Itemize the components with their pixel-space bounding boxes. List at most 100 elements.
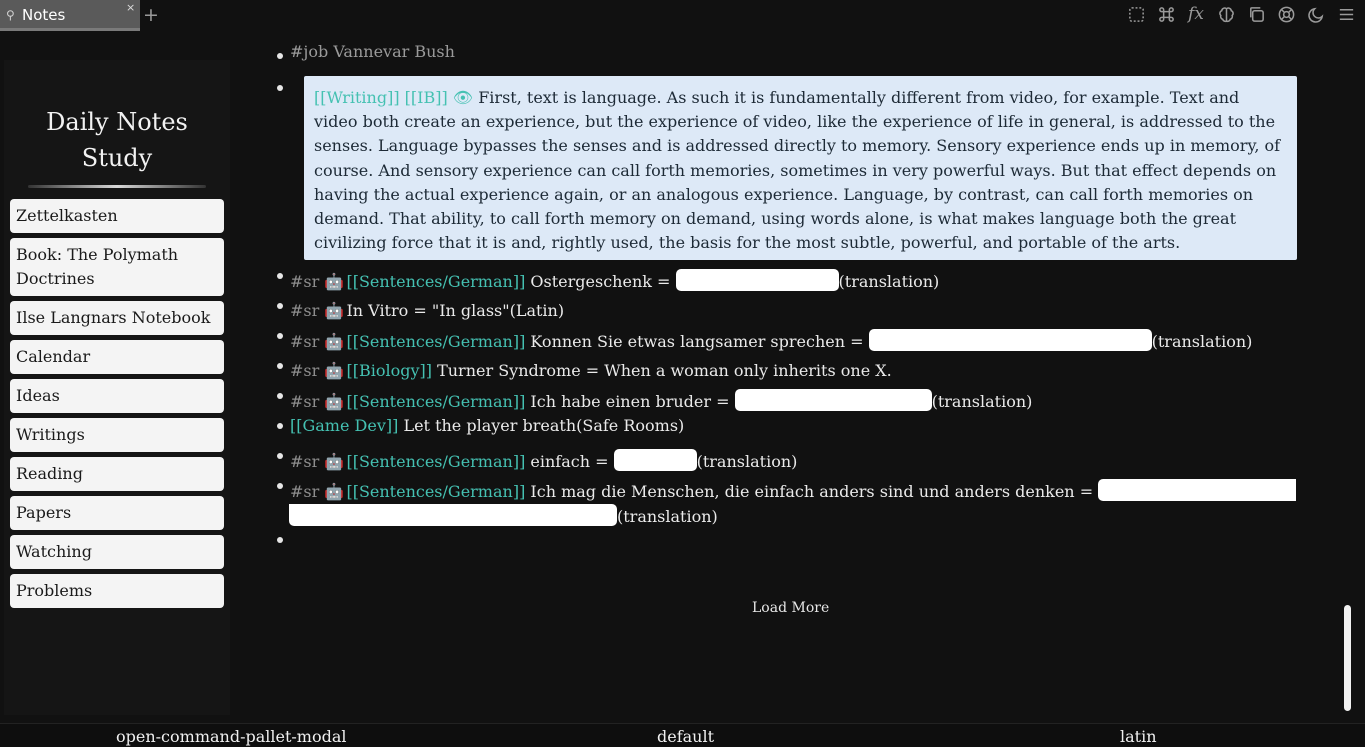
load-more-button[interactable]: Load More xyxy=(752,600,829,616)
page-link[interactable]: [[Sentences/German]] xyxy=(346,452,525,471)
row-text: Turner Syndrome = When a woman only inhe… xyxy=(437,361,892,380)
page-link[interactable]: [[Sentences/German]] xyxy=(346,332,525,351)
flashcard-row[interactable]: #sr 🤖 In Vitro = "In glass"(Latin) xyxy=(290,299,564,323)
quote-text: First, text is language. As such it is f… xyxy=(314,88,1281,253)
flashcard-row[interactable]: #sr 🤖 [[Sentences/German]] einfach = (tr… xyxy=(290,449,797,474)
robot-icon: 🤖 xyxy=(324,361,345,380)
flashcard-row[interactable]: #sr 🤖 [[Biology]] Turner Syndrome = When… xyxy=(290,359,892,383)
page-link[interactable]: [[Sentences/German]] xyxy=(346,392,525,411)
tab-notes[interactable]: ⚲ Notes × xyxy=(0,0,140,31)
block-bullet[interactable] xyxy=(277,483,283,489)
add-tab-button[interactable]: + xyxy=(143,4,159,26)
page-link[interactable]: [[Biology]] xyxy=(346,361,432,380)
tag-sr[interactable]: #sr xyxy=(290,392,319,411)
cloze-hidden-answer[interactable] xyxy=(868,329,1152,351)
flashcard-row-continuation[interactable]: (translation) xyxy=(289,504,718,529)
sidebar-item-ilse-langnars-notebook[interactable]: Ilse Langnars Notebook xyxy=(10,301,224,335)
robot-icon: 🤖 xyxy=(324,392,345,411)
tag-sr[interactable]: #sr xyxy=(290,272,319,291)
moon-icon[interactable] xyxy=(1301,2,1331,26)
tag-sr[interactable]: #sr xyxy=(290,482,319,501)
brain-icon[interactable] xyxy=(1211,2,1241,26)
block-bullet[interactable] xyxy=(277,53,283,59)
copy-pages-icon[interactable] xyxy=(1241,2,1271,26)
block-bullet[interactable] xyxy=(277,303,283,309)
sidebar-item-writings[interactable]: Writings xyxy=(10,418,224,452)
status-theme[interactable]: default xyxy=(657,727,714,747)
flashcard-row[interactable]: #sr 🤖 [[Sentences/German]] Ich habe eine… xyxy=(290,389,1032,414)
flashcard-row[interactable]: #sr 🤖 [[Sentences/German]] Ich mag die M… xyxy=(290,479,1297,504)
tag-sr[interactable]: #sr xyxy=(290,301,319,320)
flashcard-row[interactable]: #sr 🤖 [[Sentences/German]] Konnen Sie et… xyxy=(290,329,1252,354)
robot-icon: 🤖 xyxy=(324,482,345,501)
command-icon[interactable] xyxy=(1151,2,1181,26)
row-text: Ich mag die Menschen, die einfach anders… xyxy=(530,482,1094,501)
row-text: Ich habe einen bruder = xyxy=(530,392,730,411)
tag-sr[interactable]: #sr xyxy=(290,332,319,351)
writing-link[interactable]: [[Writing]] xyxy=(314,88,400,107)
cloze-hidden-answer[interactable] xyxy=(1098,479,1297,501)
row-suffix: (translation) xyxy=(838,272,940,291)
row-text: Konnen Sie etwas langsamer sprechen = xyxy=(530,332,864,351)
function-icon[interactable]: fx xyxy=(1181,2,1211,26)
cloze-hidden-answer[interactable] xyxy=(734,389,932,411)
block-bullet[interactable] xyxy=(277,393,283,399)
row-suffix: (translation) xyxy=(1151,332,1253,351)
sidebar-item-reading[interactable]: Reading xyxy=(10,457,224,491)
row-text: Ostergeschenk = xyxy=(530,272,671,291)
sidebar-item-problems[interactable]: Problems xyxy=(10,574,224,608)
sidebar-title-line2: Study xyxy=(81,144,153,172)
row-text: einfach = xyxy=(530,452,609,471)
row-suffix: (translation) xyxy=(617,507,718,526)
quote-block[interactable]: [[Writing]] [[IB]] 👁 First, text is lang… xyxy=(304,76,1297,260)
sidebar-item-ideas[interactable]: Ideas xyxy=(10,379,224,413)
page-link[interactable]: [[Sentences/German]] xyxy=(346,482,525,501)
tab-label: Notes xyxy=(22,6,66,24)
cloze-hidden-answer[interactable] xyxy=(613,449,697,471)
eye-icon: 👁 xyxy=(452,88,474,107)
cloze-hidden-answer[interactable] xyxy=(289,504,617,526)
row-text: In Vitro = "In glass"(Latin) xyxy=(346,301,565,320)
function-label: fx xyxy=(1188,4,1204,24)
sidebar-item-zettelkasten[interactable]: Zettelkasten xyxy=(10,199,224,233)
block-bullet[interactable] xyxy=(277,453,283,459)
sidebar-title: Daily Notes Study xyxy=(4,104,230,176)
row-suffix: (translation) xyxy=(931,392,1033,411)
menu-icon[interactable] xyxy=(1331,2,1361,26)
robot-icon: 🤖 xyxy=(324,272,345,291)
block-bullet[interactable] xyxy=(277,273,283,279)
close-icon[interactable]: × xyxy=(126,1,135,14)
scrollbar-thumb[interactable] xyxy=(1344,605,1351,711)
ib-link[interactable]: [[IB]] xyxy=(405,88,448,107)
robot-icon: 🤖 xyxy=(324,452,345,471)
flashcard-row[interactable]: #sr 🤖 [[Sentences/German]] Ostergeschenk… xyxy=(290,269,939,294)
sidebar-item-calendar[interactable]: Calendar xyxy=(10,340,224,374)
note-row[interactable]: [[Game Dev]] Let the player breath(Safe … xyxy=(290,414,684,438)
tag-sr[interactable]: #sr xyxy=(290,361,319,380)
cloze-hidden-answer[interactable] xyxy=(675,269,839,291)
square-select-icon[interactable] xyxy=(1121,2,1151,26)
toolbar: fx xyxy=(1121,2,1361,26)
partial-block: #job Vannevar Bush xyxy=(290,42,455,61)
sidebar-item-polymath-doctrines[interactable]: Book: The Polymath Doctrines xyxy=(10,238,224,296)
sidebar-item-watching[interactable]: Watching xyxy=(10,535,224,569)
sidebar-item-papers[interactable]: Papers xyxy=(10,496,224,530)
empty-block-bullet[interactable] xyxy=(277,537,283,543)
sidebar-title-line1: Daily Notes xyxy=(46,108,188,136)
status-bar: open-command-pallet-modal default latin xyxy=(0,723,1365,747)
block-bullet[interactable] xyxy=(277,85,283,91)
page-link[interactable]: [[Game Dev]] xyxy=(290,416,398,435)
row-text: Let the player breath(Safe Rooms) xyxy=(403,416,685,435)
row-suffix: (translation) xyxy=(696,452,798,471)
status-command[interactable]: open-command-pallet-modal xyxy=(116,727,347,747)
block-bullet[interactable] xyxy=(277,423,283,429)
status-language[interactable]: latin xyxy=(1120,727,1157,747)
block-bullet[interactable] xyxy=(277,333,283,339)
sidebar: Daily Notes Study Zettelkasten Book: The… xyxy=(4,60,230,715)
block-bullet[interactable] xyxy=(277,363,283,369)
pin-icon: ⚲ xyxy=(6,8,15,22)
lifebuoy-icon[interactable] xyxy=(1271,2,1301,26)
page-link[interactable]: [[Sentences/German]] xyxy=(346,272,525,291)
robot-icon: 🤖 xyxy=(324,301,345,320)
tag-sr[interactable]: #sr xyxy=(290,452,319,471)
